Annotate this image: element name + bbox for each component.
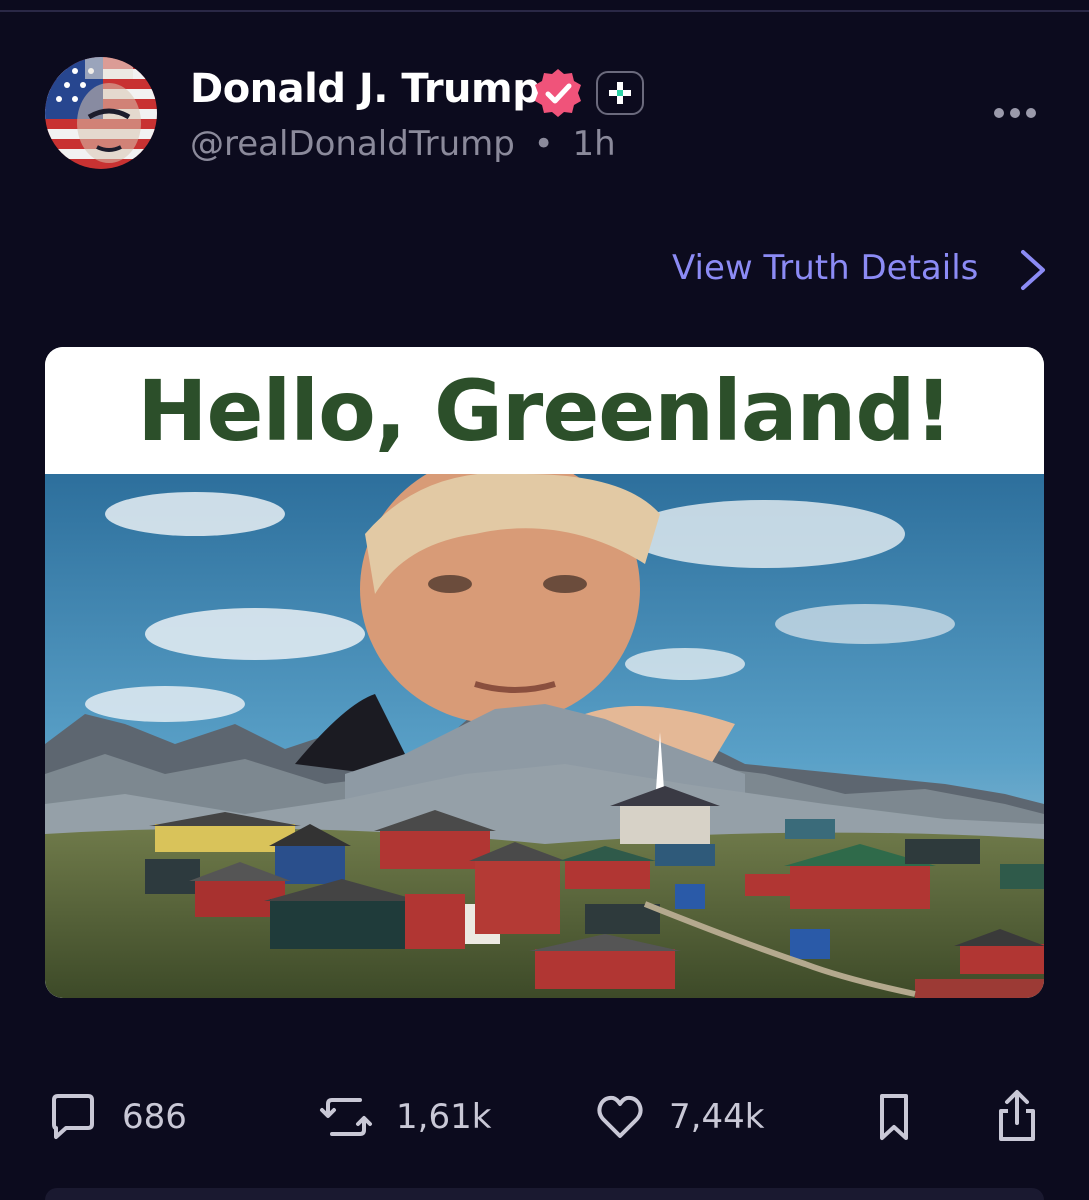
plus-badge xyxy=(596,71,644,115)
author-meta: @realDonaldTrump • 1h xyxy=(190,124,616,164)
reply-count: 686 xyxy=(122,1097,187,1137)
verified-badge-icon xyxy=(535,69,581,117)
post-time: 1h xyxy=(572,124,616,164)
retruth-count: 1,61k xyxy=(396,1097,492,1137)
post-media-card[interactable]: Hello, Greenland! xyxy=(45,347,1044,998)
retruth-button[interactable]: 1,61k xyxy=(318,1085,491,1149)
retruth-icon xyxy=(320,1098,372,1136)
author-name[interactable]: Donald J. Trump xyxy=(190,66,541,112)
comment-icon xyxy=(52,1094,94,1139)
top-divider xyxy=(0,0,1089,12)
next-post-edge xyxy=(45,1188,1044,1200)
bookmark-button[interactable] xyxy=(872,1085,916,1149)
meta-separator: • xyxy=(533,124,554,164)
author-handle[interactable]: @realDonaldTrump xyxy=(190,124,515,164)
greenland-collage-image-icon xyxy=(45,474,1044,998)
plus-icon xyxy=(609,82,631,104)
avatar-flag-portrait-icon xyxy=(45,57,157,169)
view-truth-details-link[interactable]: View Truth Details xyxy=(672,248,978,288)
card-headline: Hello, Greenland! xyxy=(45,347,1044,474)
post-actions: 686 1,61k 7,44k xyxy=(0,1085,1089,1149)
bookmark-icon xyxy=(880,1094,908,1140)
avatar[interactable] xyxy=(45,57,157,169)
like-button[interactable]: 7,44k xyxy=(595,1085,764,1149)
like-count: 7,44k xyxy=(669,1097,765,1137)
reply-button[interactable]: 686 xyxy=(48,1085,187,1149)
chevron-right-icon[interactable] xyxy=(1015,248,1049,292)
more-options-button[interactable] xyxy=(990,98,1040,128)
share-icon xyxy=(999,1090,1035,1141)
heart-icon xyxy=(597,1095,643,1138)
share-button[interactable] xyxy=(994,1085,1040,1149)
more-dots-icon xyxy=(994,108,1036,118)
